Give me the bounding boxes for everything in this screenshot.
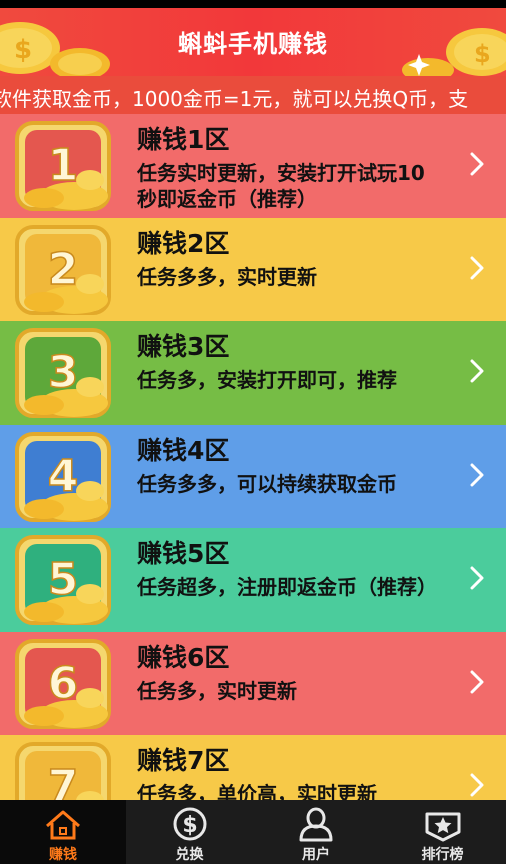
zone-description: 任务多，实时更新 bbox=[137, 678, 297, 703]
zone-title: 赚钱5区 bbox=[137, 539, 230, 568]
tab-label: 排行榜 bbox=[421, 847, 464, 863]
chevron-right-icon bbox=[470, 670, 484, 693]
zone-row-4[interactable]: 4 赚钱4区任务多多，可以持续获取金币 bbox=[0, 424, 506, 529]
zone-row-2[interactable]: 2 赚钱2区任务多多，实时更新 bbox=[0, 217, 506, 322]
zone-row-3[interactable]: 3 赚钱3区任务多，安装打开即可，推荐 bbox=[0, 321, 506, 425]
page-title: 蝌蚪手机赚钱 bbox=[178, 30, 328, 58]
zone-badge-icon: 3 bbox=[15, 328, 111, 418]
zone-badge-icon: 4 bbox=[15, 431, 111, 522]
zone-description: 任务超多，注册即返金币（推荐） bbox=[137, 575, 437, 599]
zone-title: 赚钱7区 bbox=[137, 746, 230, 775]
user-icon bbox=[299, 807, 333, 842]
chevron-right-icon bbox=[470, 152, 484, 176]
zone-number: 3 bbox=[48, 347, 79, 398]
zone-number: 2 bbox=[48, 244, 79, 295]
zone-title: 赚钱6区 bbox=[137, 642, 230, 672]
tab-user[interactable]: 用户 bbox=[253, 800, 379, 864]
chevron-right-icon bbox=[470, 359, 484, 383]
zone-row-5[interactable]: 5 赚钱5区任务超多，注册即返金币（推荐） bbox=[0, 528, 506, 632]
zone-row-6[interactable]: 6 赚钱6区任务多，实时更新 bbox=[0, 631, 506, 736]
tab-ranking[interactable]: 排行榜 bbox=[380, 800, 506, 864]
zone-description: 任务实时更新，安装打开试玩10秒即返金币（推荐） bbox=[137, 161, 425, 211]
tab-label: 用户 bbox=[302, 847, 330, 863]
zone-title: 赚钱3区 bbox=[137, 332, 230, 361]
bottom-tab-bar: 赚钱 $ 兑换 用户 排行榜 bbox=[0, 800, 506, 864]
zone-badge-icon: 5 bbox=[15, 535, 111, 625]
zone-number: 6 bbox=[48, 658, 79, 709]
tab-earn[interactable]: 赚钱 bbox=[0, 800, 126, 864]
status-bar bbox=[0, 0, 506, 8]
zone-number: 1 bbox=[48, 140, 79, 191]
zone-description: 任务多多，可以持续获取金币 bbox=[137, 471, 397, 496]
zone-description: 任务多，安装打开即可，推荐 bbox=[137, 368, 397, 392]
chevron-right-icon bbox=[470, 463, 484, 486]
home-icon bbox=[46, 810, 80, 840]
zone-title: 赚钱2区 bbox=[137, 228, 230, 258]
zone-number: 7 bbox=[48, 761, 79, 800]
zone-badge-icon: 7 bbox=[15, 742, 111, 800]
chevron-right-icon bbox=[470, 256, 484, 279]
chevron-right-icon bbox=[470, 566, 484, 590]
zone-badge-icon: 6 bbox=[15, 638, 111, 729]
marquee-text: 软件获取金币，1000金币=1元，就可以兑换Q币，支 bbox=[0, 87, 469, 111]
star-badge-icon bbox=[425, 812, 460, 842]
zone-description: 任务多多，实时更新 bbox=[137, 264, 317, 289]
notice-marquee: 软件获取金币，1000金币=1元，就可以兑换Q币，支 bbox=[0, 76, 506, 114]
zone-badge-icon: 2 bbox=[15, 224, 111, 315]
zone-number: 4 bbox=[48, 451, 79, 502]
zone-list: 1 赚钱1区任务实时更新，安装打开试玩10秒即返金币（推荐） 2 赚钱2区任务多多，实… bbox=[0, 114, 506, 800]
svg-text:$: $ bbox=[182, 813, 197, 838]
tab-label: 兑换 bbox=[175, 847, 204, 863]
chevron-right-icon bbox=[470, 773, 484, 797]
dollar-icon: $ bbox=[173, 807, 206, 841]
zone-description: 任务多，单价高，实时更新 bbox=[137, 782, 377, 800]
tab-exchange[interactable]: $ 兑换 bbox=[127, 800, 253, 864]
zone-number: 5 bbox=[48, 554, 79, 605]
zone-badge-icon: 1 bbox=[15, 121, 111, 211]
app-header: $ $ 蝌蚪手机赚钱 bbox=[0, 8, 506, 76]
zone-title: 赚钱4区 bbox=[137, 435, 230, 465]
tab-label: 赚钱 bbox=[49, 847, 77, 863]
zone-row-1[interactable]: 1 赚钱1区任务实时更新，安装打开试玩10秒即返金币（推荐） bbox=[0, 114, 506, 218]
zone-title: 赚钱1区 bbox=[137, 125, 230, 154]
zone-row-7[interactable]: 7 赚钱7区任务多，单价高，实时更新 bbox=[0, 735, 506, 800]
